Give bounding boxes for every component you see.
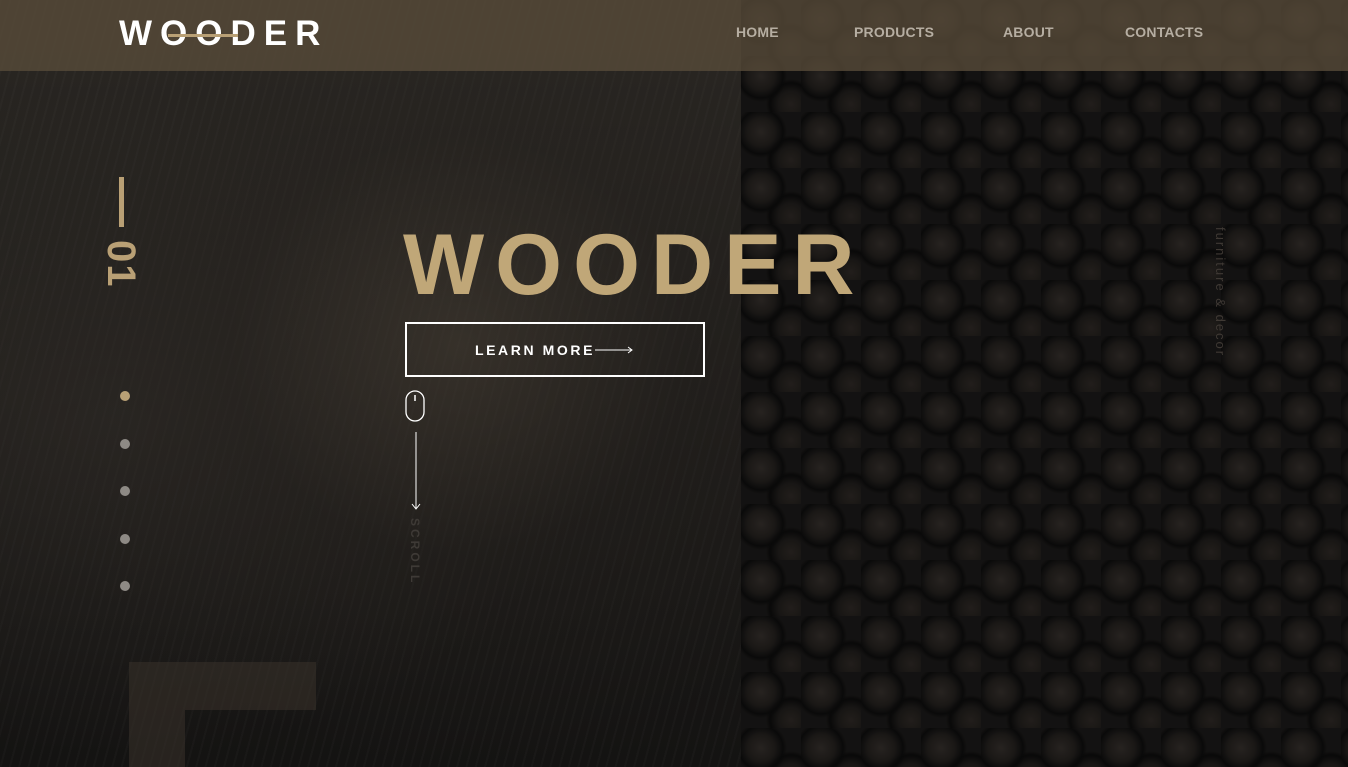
mouse-icon[interactable] [405,390,425,422]
decorative-block-left [129,710,185,767]
slide-indicator-line [119,177,124,227]
slider-dot-1[interactable] [120,391,130,401]
tagline: furniture & decor [1213,227,1228,358]
nav-contacts[interactable]: CONTACTS [1125,24,1203,40]
nav-about[interactable]: ABOUT [1003,24,1054,40]
scroll-label: SCROLL [408,518,422,586]
decorative-block-top [129,662,316,710]
slider-dot-2[interactable] [120,439,130,449]
slider-dot-5[interactable] [120,581,130,591]
slide-number: 01 [99,240,143,289]
learn-more-button[interactable]: LEARN MORE [405,322,705,377]
decorative-corner-block [129,662,316,767]
hero-title: WOODER [403,217,866,313]
slider-pagination [120,391,132,591]
scroll-down-arrow-icon [411,432,421,510]
hero-background-right [741,0,1348,767]
learn-more-label: LEARN MORE [474,341,596,358]
hero-background-left [0,0,741,767]
site-header: WOODER HOME PRODUCTS ABOUT CONTACTS [0,0,1348,71]
slider-dot-3[interactable] [120,486,130,496]
main-nav: HOME PRODUCTS ABOUT CONTACTS [0,24,1348,44]
nav-products[interactable]: PRODUCTS [854,24,934,40]
page: WOODER HOME PRODUCTS ABOUT CONTACTS 01 W… [0,0,1348,767]
arrow-right-icon [595,346,633,353]
nav-home[interactable]: HOME [736,24,779,40]
slider-dot-4[interactable] [120,534,130,544]
